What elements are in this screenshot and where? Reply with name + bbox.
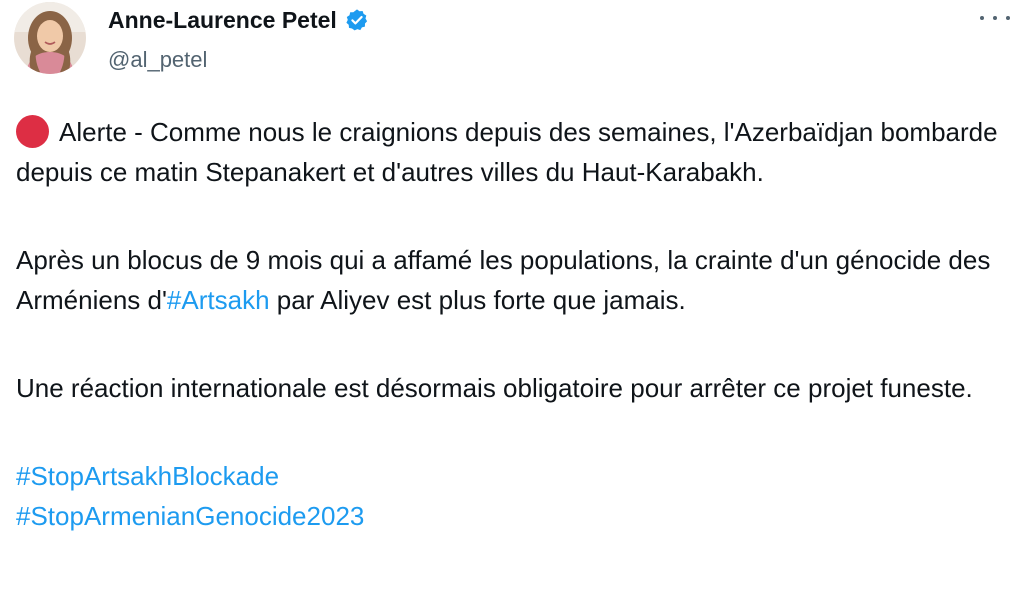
hashtag-link-stop-artsakh-blockade[interactable]: #StopArtsakhBlockade: [16, 456, 1021, 496]
tweet-paragraph-2: Après un blocus de 9 mois qui a affamé l…: [16, 240, 1021, 320]
hashtag-link-artsakh[interactable]: #Artsakh: [167, 285, 270, 315]
verified-badge-icon: [346, 9, 367, 31]
tweet-paragraph-1: Alerte - Comme nous le craignions depuis…: [16, 112, 1021, 192]
hashtag-list: #StopArtsakhBlockade #StopArmenianGenoci…: [16, 456, 1021, 536]
paragraph-2-text-after: par Aliyev est plus forte que jamais.: [269, 285, 686, 315]
avatar[interactable]: [14, 2, 86, 74]
name-row: Anne-Laurence Petel: [108, 5, 369, 35]
paragraph-3-text: Une réaction internationale est désormai…: [16, 373, 973, 403]
tweet-text: Alerte - Comme nous le craignions depuis…: [16, 112, 1021, 536]
more-options-button[interactable]: [978, 6, 1012, 30]
tweet-card: Anne-Laurence Petel @al_petel Alerte - C…: [0, 0, 1030, 600]
paragraph-1-text: Alerte - Comme nous le craignions depuis…: [16, 117, 998, 187]
more-options-icon: [980, 16, 984, 20]
red-circle-emoji-icon: [16, 115, 49, 148]
tweet-paragraph-3: Une réaction internationale est désormai…: [16, 368, 1021, 408]
user-handle[interactable]: @al_petel: [108, 47, 369, 73]
tweet-header: Anne-Laurence Petel @al_petel: [108, 5, 369, 73]
display-name[interactable]: Anne-Laurence Petel: [108, 7, 337, 34]
profile-photo-icon: [14, 2, 86, 74]
hashtag-link-stop-armenian-genocide-2023[interactable]: #StopArmenianGenocide2023: [16, 496, 1021, 536]
